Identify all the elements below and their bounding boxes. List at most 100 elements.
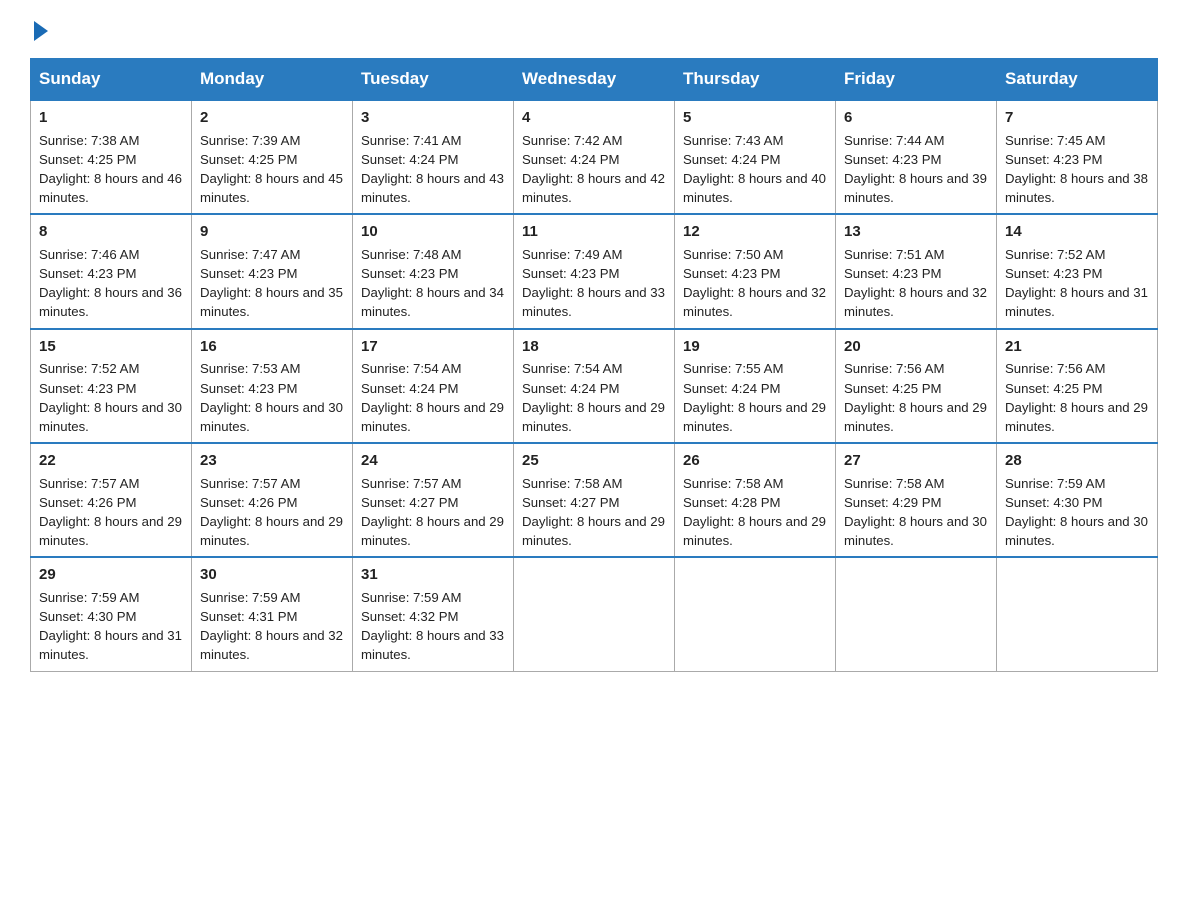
calendar-cell: 9Sunrise: 7:47 AMSunset: 4:23 PMDaylight…	[192, 214, 353, 328]
calendar-cell: 7Sunrise: 7:45 AMSunset: 4:23 PMDaylight…	[997, 100, 1158, 214]
column-header-thursday: Thursday	[675, 59, 836, 101]
day-info: Sunrise: 7:54 AMSunset: 4:24 PMDaylight:…	[522, 359, 666, 436]
day-number: 2	[200, 107, 344, 129]
calendar-cell: 10Sunrise: 7:48 AMSunset: 4:23 PMDayligh…	[353, 214, 514, 328]
calendar-cell: 2Sunrise: 7:39 AMSunset: 4:25 PMDaylight…	[192, 100, 353, 214]
column-header-sunday: Sunday	[31, 59, 192, 101]
calendar-week-row: 8Sunrise: 7:46 AMSunset: 4:23 PMDaylight…	[31, 214, 1158, 328]
day-info: Sunrise: 7:53 AMSunset: 4:23 PMDaylight:…	[200, 359, 344, 436]
calendar-cell: 6Sunrise: 7:44 AMSunset: 4:23 PMDaylight…	[836, 100, 997, 214]
day-number: 30	[200, 564, 344, 586]
day-number: 1	[39, 107, 183, 129]
calendar-table: SundayMondayTuesdayWednesdayThursdayFrid…	[30, 58, 1158, 672]
column-header-saturday: Saturday	[997, 59, 1158, 101]
day-number: 3	[361, 107, 505, 129]
day-number: 29	[39, 564, 183, 586]
day-info: Sunrise: 7:42 AMSunset: 4:24 PMDaylight:…	[522, 131, 666, 208]
calendar-cell: 28Sunrise: 7:59 AMSunset: 4:30 PMDayligh…	[997, 443, 1158, 557]
day-number: 22	[39, 450, 183, 472]
logo	[30, 20, 50, 40]
day-number: 5	[683, 107, 827, 129]
calendar-cell: 12Sunrise: 7:50 AMSunset: 4:23 PMDayligh…	[675, 214, 836, 328]
day-number: 12	[683, 221, 827, 243]
calendar-week-row: 1Sunrise: 7:38 AMSunset: 4:25 PMDaylight…	[31, 100, 1158, 214]
day-info: Sunrise: 7:52 AMSunset: 4:23 PMDaylight:…	[39, 359, 183, 436]
calendar-cell: 23Sunrise: 7:57 AMSunset: 4:26 PMDayligh…	[192, 443, 353, 557]
column-header-tuesday: Tuesday	[353, 59, 514, 101]
calendar-cell: 3Sunrise: 7:41 AMSunset: 4:24 PMDaylight…	[353, 100, 514, 214]
calendar-cell: 25Sunrise: 7:58 AMSunset: 4:27 PMDayligh…	[514, 443, 675, 557]
logo-arrow-icon	[34, 21, 48, 41]
day-info: Sunrise: 7:57 AMSunset: 4:26 PMDaylight:…	[39, 474, 183, 551]
day-info: Sunrise: 7:57 AMSunset: 4:26 PMDaylight:…	[200, 474, 344, 551]
day-info: Sunrise: 7:59 AMSunset: 4:30 PMDaylight:…	[39, 588, 183, 665]
calendar-cell: 20Sunrise: 7:56 AMSunset: 4:25 PMDayligh…	[836, 329, 997, 443]
calendar-cell: 15Sunrise: 7:52 AMSunset: 4:23 PMDayligh…	[31, 329, 192, 443]
calendar-cell: 4Sunrise: 7:42 AMSunset: 4:24 PMDaylight…	[514, 100, 675, 214]
calendar-cell: 29Sunrise: 7:59 AMSunset: 4:30 PMDayligh…	[31, 557, 192, 671]
day-info: Sunrise: 7:43 AMSunset: 4:24 PMDaylight:…	[683, 131, 827, 208]
day-info: Sunrise: 7:56 AMSunset: 4:25 PMDaylight:…	[844, 359, 988, 436]
day-info: Sunrise: 7:57 AMSunset: 4:27 PMDaylight:…	[361, 474, 505, 551]
day-number: 27	[844, 450, 988, 472]
calendar-cell: 19Sunrise: 7:55 AMSunset: 4:24 PMDayligh…	[675, 329, 836, 443]
day-number: 17	[361, 336, 505, 358]
calendar-cell: 24Sunrise: 7:57 AMSunset: 4:27 PMDayligh…	[353, 443, 514, 557]
calendar-cell: 30Sunrise: 7:59 AMSunset: 4:31 PMDayligh…	[192, 557, 353, 671]
calendar-cell	[997, 557, 1158, 671]
day-info: Sunrise: 7:58 AMSunset: 4:29 PMDaylight:…	[844, 474, 988, 551]
calendar-cell	[836, 557, 997, 671]
column-header-friday: Friday	[836, 59, 997, 101]
calendar-cell: 1Sunrise: 7:38 AMSunset: 4:25 PMDaylight…	[31, 100, 192, 214]
calendar-week-row: 29Sunrise: 7:59 AMSunset: 4:30 PMDayligh…	[31, 557, 1158, 671]
day-info: Sunrise: 7:38 AMSunset: 4:25 PMDaylight:…	[39, 131, 183, 208]
day-info: Sunrise: 7:47 AMSunset: 4:23 PMDaylight:…	[200, 245, 344, 322]
page-header	[30, 20, 1158, 40]
calendar-cell: 26Sunrise: 7:58 AMSunset: 4:28 PMDayligh…	[675, 443, 836, 557]
day-number: 13	[844, 221, 988, 243]
calendar-cell: 31Sunrise: 7:59 AMSunset: 4:32 PMDayligh…	[353, 557, 514, 671]
calendar-cell: 21Sunrise: 7:56 AMSunset: 4:25 PMDayligh…	[997, 329, 1158, 443]
day-info: Sunrise: 7:54 AMSunset: 4:24 PMDaylight:…	[361, 359, 505, 436]
calendar-cell	[675, 557, 836, 671]
column-header-monday: Monday	[192, 59, 353, 101]
day-number: 19	[683, 336, 827, 358]
day-number: 24	[361, 450, 505, 472]
day-info: Sunrise: 7:49 AMSunset: 4:23 PMDaylight:…	[522, 245, 666, 322]
day-number: 31	[361, 564, 505, 586]
day-info: Sunrise: 7:59 AMSunset: 4:31 PMDaylight:…	[200, 588, 344, 665]
day-number: 23	[200, 450, 344, 472]
day-number: 4	[522, 107, 666, 129]
day-number: 18	[522, 336, 666, 358]
day-number: 7	[1005, 107, 1149, 129]
calendar-cell: 27Sunrise: 7:58 AMSunset: 4:29 PMDayligh…	[836, 443, 997, 557]
day-info: Sunrise: 7:48 AMSunset: 4:23 PMDaylight:…	[361, 245, 505, 322]
day-info: Sunrise: 7:41 AMSunset: 4:24 PMDaylight:…	[361, 131, 505, 208]
calendar-cell: 16Sunrise: 7:53 AMSunset: 4:23 PMDayligh…	[192, 329, 353, 443]
day-info: Sunrise: 7:58 AMSunset: 4:27 PMDaylight:…	[522, 474, 666, 551]
day-info: Sunrise: 7:50 AMSunset: 4:23 PMDaylight:…	[683, 245, 827, 322]
day-number: 8	[39, 221, 183, 243]
day-info: Sunrise: 7:58 AMSunset: 4:28 PMDaylight:…	[683, 474, 827, 551]
day-number: 6	[844, 107, 988, 129]
day-number: 26	[683, 450, 827, 472]
day-info: Sunrise: 7:46 AMSunset: 4:23 PMDaylight:…	[39, 245, 183, 322]
day-number: 25	[522, 450, 666, 472]
day-number: 15	[39, 336, 183, 358]
column-header-wednesday: Wednesday	[514, 59, 675, 101]
calendar-cell: 5Sunrise: 7:43 AMSunset: 4:24 PMDaylight…	[675, 100, 836, 214]
day-number: 11	[522, 221, 666, 243]
calendar-cell: 22Sunrise: 7:57 AMSunset: 4:26 PMDayligh…	[31, 443, 192, 557]
day-number: 10	[361, 221, 505, 243]
day-info: Sunrise: 7:52 AMSunset: 4:23 PMDaylight:…	[1005, 245, 1149, 322]
calendar-cell	[514, 557, 675, 671]
day-info: Sunrise: 7:51 AMSunset: 4:23 PMDaylight:…	[844, 245, 988, 322]
day-number: 28	[1005, 450, 1149, 472]
calendar-header-row: SundayMondayTuesdayWednesdayThursdayFrid…	[31, 59, 1158, 101]
calendar-cell: 13Sunrise: 7:51 AMSunset: 4:23 PMDayligh…	[836, 214, 997, 328]
day-info: Sunrise: 7:55 AMSunset: 4:24 PMDaylight:…	[683, 359, 827, 436]
day-number: 20	[844, 336, 988, 358]
calendar-cell: 17Sunrise: 7:54 AMSunset: 4:24 PMDayligh…	[353, 329, 514, 443]
calendar-cell: 14Sunrise: 7:52 AMSunset: 4:23 PMDayligh…	[997, 214, 1158, 328]
calendar-cell: 11Sunrise: 7:49 AMSunset: 4:23 PMDayligh…	[514, 214, 675, 328]
